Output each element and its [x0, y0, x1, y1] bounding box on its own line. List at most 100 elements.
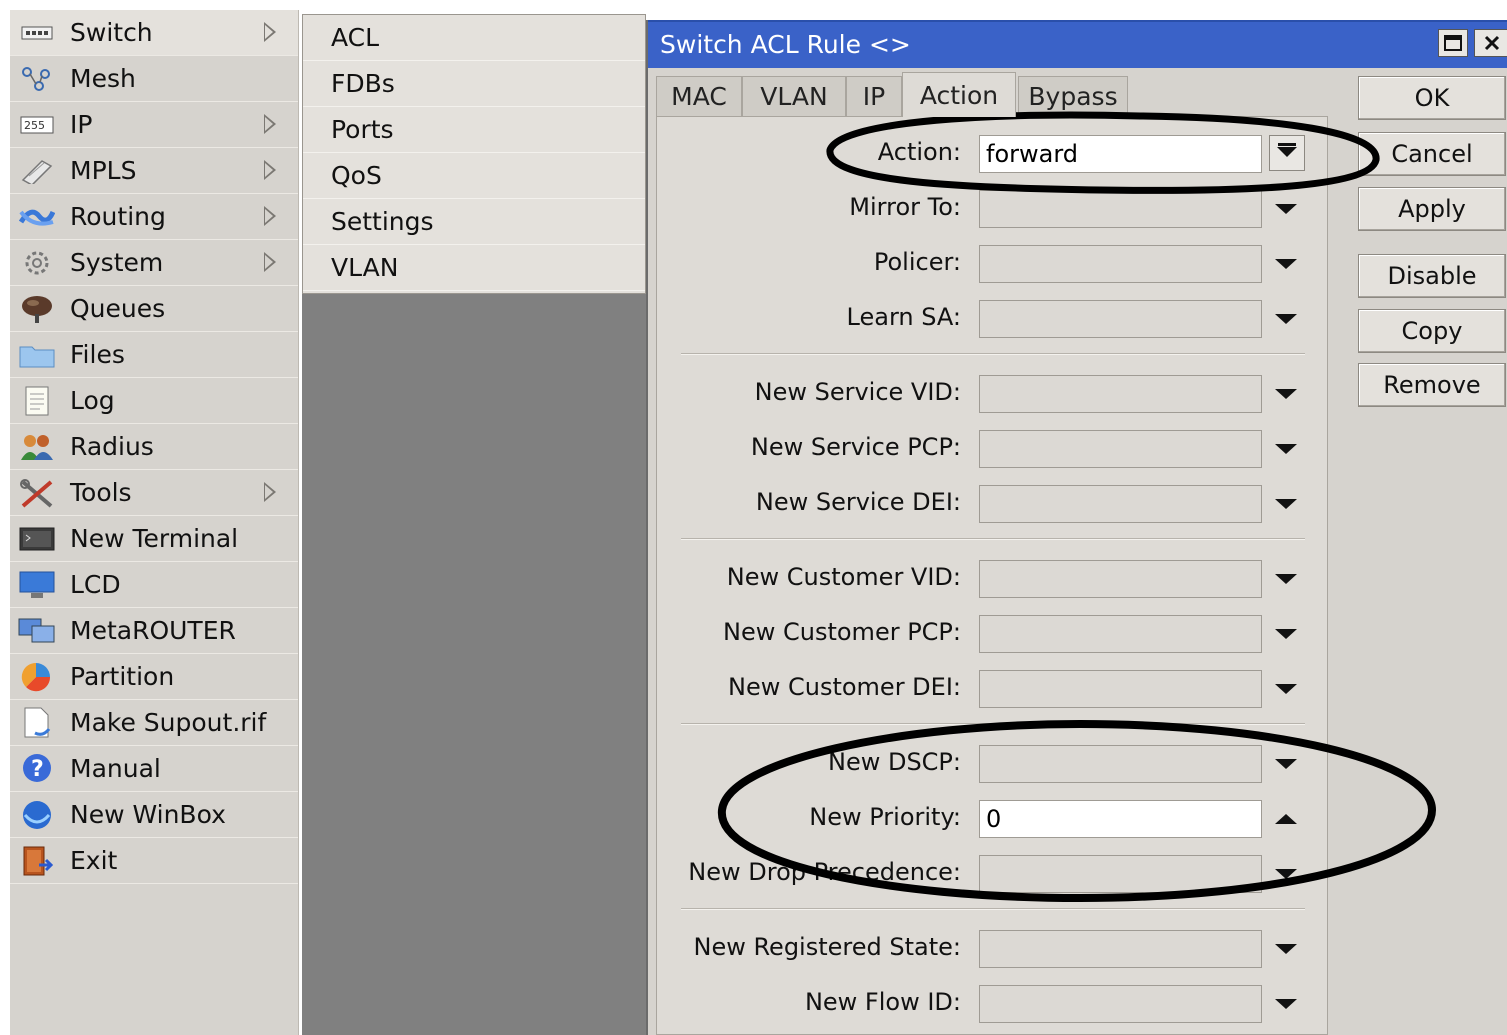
menu-label: System: [70, 248, 164, 277]
metarouter-icon: [18, 616, 56, 646]
menu-label: Switch: [70, 18, 153, 47]
new-customer-dei-field[interactable]: [979, 670, 1262, 708]
cancel-button[interactable]: Cancel: [1358, 132, 1506, 176]
chevron-down-icon[interactable]: [1275, 629, 1297, 639]
ok-button[interactable]: OK: [1358, 76, 1506, 120]
chevron-down-icon[interactable]: [1275, 759, 1297, 769]
new-priority-row: New Priority: 0: [657, 800, 1329, 840]
submenu-item-qos[interactable]: QoS: [303, 153, 645, 199]
partition-icon: [18, 662, 56, 692]
submenu-item-acl[interactable]: ACL: [303, 15, 645, 61]
chevron-down-icon[interactable]: [1275, 574, 1297, 584]
new-customer-pcp-label: New Customer PCP:: [723, 618, 961, 646]
tab-mac[interactable]: MAC: [656, 76, 742, 116]
menu-item-tools[interactable]: Tools: [10, 470, 298, 516]
dialog-titlebar[interactable]: Switch ACL Rule <>: [648, 20, 1507, 68]
mirror-to-field[interactable]: [979, 190, 1262, 228]
tab-bypass[interactable]: Bypass: [1018, 76, 1128, 116]
separator: [681, 538, 1305, 540]
new-service-vid-field[interactable]: [979, 375, 1262, 413]
submenu-item-vlan[interactable]: VLAN: [303, 245, 645, 291]
mesh-icon: [18, 64, 56, 94]
chevron-down-icon[interactable]: [1275, 389, 1297, 399]
menu-item-new-winbox[interactable]: New WinBox: [10, 792, 298, 838]
ip-icon: 255: [18, 110, 56, 140]
new-customer-vid-row: New Customer VID:: [657, 560, 1329, 600]
menu-label: Radius: [70, 432, 154, 461]
winbox-icon: [18, 800, 56, 830]
radius-icon: [18, 432, 56, 462]
dropdown-bar-icon: [1278, 143, 1296, 146]
tab-vlan[interactable]: VLAN: [742, 76, 846, 116]
new-priority-field[interactable]: 0: [979, 800, 1262, 838]
menu-label: Queues: [70, 294, 166, 323]
learn-sa-field[interactable]: [979, 300, 1262, 338]
new-service-pcp-row: New Service PCP:: [657, 430, 1329, 470]
submenu-item-ports[interactable]: Ports: [303, 107, 645, 153]
menu-item-ip[interactable]: 255 IP: [10, 102, 298, 148]
maximize-icon[interactable]: [1438, 29, 1468, 57]
mpls-icon: [18, 156, 56, 186]
menu-item-lcd[interactable]: LCD: [10, 562, 298, 608]
submenu-arrow-icon: [264, 482, 276, 502]
log-icon: [18, 386, 56, 416]
mirror-to-row: Mirror To:: [657, 190, 1329, 230]
remove-button[interactable]: Remove: [1358, 363, 1506, 407]
menu-item-radius[interactable]: Radius: [10, 424, 298, 470]
action-tab-panel: Action: forward Mirror To: Policer: Lear…: [656, 116, 1328, 1035]
tab-ip[interactable]: IP: [846, 76, 902, 116]
submenu-arrow-icon: [264, 22, 276, 42]
menu-item-manual[interactable]: ? Manual: [10, 746, 298, 792]
close-icon[interactable]: [1474, 29, 1507, 57]
new-flow-id-field[interactable]: [979, 985, 1262, 1023]
terminal-icon: [18, 524, 56, 554]
chevron-down-icon[interactable]: [1275, 999, 1297, 1009]
new-service-dei-field[interactable]: [979, 485, 1262, 523]
chevron-down-icon[interactable]: [1275, 314, 1297, 324]
submenu-item-settings[interactable]: Settings: [303, 199, 645, 245]
menu-item-files[interactable]: Files: [10, 332, 298, 378]
chevron-down-icon: [1277, 147, 1297, 157]
menu-item-exit[interactable]: Exit: [10, 838, 298, 884]
submenu-item-fdbs[interactable]: FDBs: [303, 61, 645, 107]
action-dropdown-button[interactable]: [1269, 135, 1305, 171]
menu-item-switch[interactable]: Switch: [10, 10, 298, 56]
separator: [681, 723, 1305, 725]
new-customer-pcp-field[interactable]: [979, 615, 1262, 653]
workspace-background: [302, 294, 646, 1035]
chevron-down-icon[interactable]: [1275, 259, 1297, 269]
copy-button[interactable]: Copy: [1358, 309, 1506, 353]
chevron-down-icon[interactable]: [1275, 944, 1297, 954]
chevron-down-icon[interactable]: [1275, 204, 1297, 214]
new-customer-vid-field[interactable]: [979, 560, 1262, 598]
chevron-down-icon[interactable]: [1275, 869, 1297, 879]
new-dscp-field[interactable]: [979, 745, 1262, 783]
chevron-down-icon[interactable]: [1275, 444, 1297, 454]
new-customer-dei-label: New Customer DEI:: [728, 673, 961, 701]
lcd-icon: [18, 570, 56, 600]
chevron-down-icon[interactable]: [1275, 684, 1297, 694]
menu-item-system[interactable]: System: [10, 240, 298, 286]
menu-item-metarouter[interactable]: MetaROUTER: [10, 608, 298, 654]
menu-item-log[interactable]: Log: [10, 378, 298, 424]
menu-item-routing[interactable]: Routing: [10, 194, 298, 240]
tab-action[interactable]: Action: [902, 72, 1016, 117]
policer-field[interactable]: [979, 245, 1262, 283]
new-registered-state-field[interactable]: [979, 930, 1262, 968]
chevron-up-icon[interactable]: [1275, 814, 1297, 824]
menu-item-mpls[interactable]: MPLS: [10, 148, 298, 194]
action-select[interactable]: forward: [979, 135, 1262, 173]
menu-item-make-supout[interactable]: Make Supout.rif: [10, 700, 298, 746]
new-service-pcp-field[interactable]: [979, 430, 1262, 468]
menu-item-partition[interactable]: Partition: [10, 654, 298, 700]
new-drop-precedence-field[interactable]: [979, 855, 1262, 893]
menu-label: IP: [70, 110, 93, 139]
menu-item-mesh[interactable]: Mesh: [10, 56, 298, 102]
menu-item-queues[interactable]: Queues: [10, 286, 298, 332]
disable-button[interactable]: Disable: [1358, 254, 1506, 298]
chevron-down-icon[interactable]: [1275, 499, 1297, 509]
separator: [681, 908, 1305, 910]
apply-button[interactable]: Apply: [1358, 187, 1506, 231]
menu-item-new-terminal[interactable]: New Terminal: [10, 516, 298, 562]
new-dscp-row: New DSCP:: [657, 745, 1329, 785]
